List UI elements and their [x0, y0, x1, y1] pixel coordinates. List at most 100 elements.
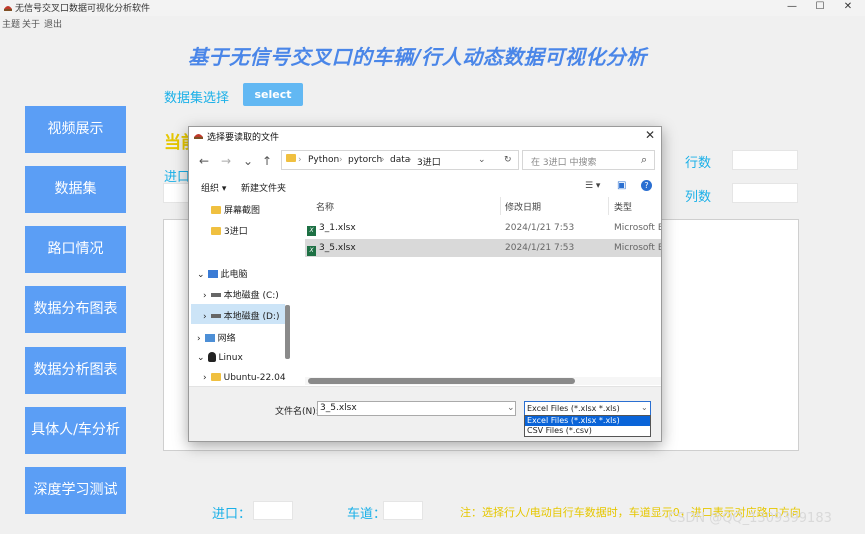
organize-button[interactable]: 组织 ▾ [201, 181, 226, 194]
horizontal-scrollbar[interactable] [308, 378, 575, 384]
file-modified: 2024/1/21 7:53 [505, 223, 575, 233]
filetype-select[interactable]: Excel Files (*.xlsx *.xls) ⌄ [524, 401, 651, 416]
app-icon [4, 6, 12, 11]
breadcrumb-python[interactable]: Python [308, 155, 339, 165]
nav-item-3entry[interactable]: 3进口 [211, 224, 248, 237]
chevron-right-icon: › [203, 373, 207, 383]
filename-value: 3_5.xlsx [320, 403, 357, 413]
chevron-right-icon: › [203, 312, 207, 322]
search-placeholder: 在 3进口 中搜索 [531, 158, 597, 168]
file-row-selected[interactable]: X3_5.xlsx 2024/1/21 7:53 Microsoft Ex [305, 239, 661, 257]
refresh-icon[interactable]: ↻ [504, 155, 512, 165]
new-folder-button[interactable]: 新建文件夹 [241, 181, 286, 194]
nav-item-linux[interactable]: ⌄ Linux [197, 352, 243, 363]
column-divider [500, 197, 501, 215]
breadcrumb-sep-icon: › [339, 155, 343, 165]
column-name-header[interactable]: 名称 [316, 200, 334, 213]
breadcrumb-sep-icon: › [298, 155, 302, 165]
dialog-title: 选择要读取的文件 [207, 133, 280, 143]
video-button[interactable]: 视频展示 [25, 106, 126, 153]
filetype-selected-value: Excel Files (*.xlsx *.xls) [527, 404, 620, 413]
rows-label: 行数 [685, 156, 712, 171]
menu-exit[interactable]: 退出 [44, 17, 62, 30]
address-bar[interactable]: › Python › pytorch › data › 3进口 ⌄ ↻ [281, 150, 519, 170]
excel-icon: X [307, 246, 316, 256]
chevron-down-icon[interactable]: ⌄ [507, 403, 515, 413]
breadcrumb-3entry[interactable]: 3进口 [417, 155, 441, 168]
dialog-close-icon[interactable]: ✕ [645, 128, 655, 142]
intersection-button[interactable]: 路口情况 [25, 226, 126, 273]
lane-field[interactable] [383, 501, 423, 520]
forward-icon[interactable]: → [221, 154, 231, 168]
drive-icon [210, 293, 221, 297]
nav-item-this-pc[interactable]: ⌄ 此电脑 [197, 267, 248, 280]
pc-icon [207, 270, 218, 278]
view-options-icon[interactable]: ☰ ▾ [585, 181, 600, 191]
chevron-down-icon: ⌄ [197, 353, 205, 363]
analysis-chart-button[interactable]: 数据分析图表 [25, 347, 126, 394]
nav-scrollbar[interactable] [285, 305, 290, 359]
dataset-button[interactable]: 数据集 [25, 166, 126, 213]
filename-label: 文件名(N): [275, 407, 319, 417]
select-button[interactable]: select [243, 83, 303, 106]
filetype-dropdown-list: Excel Files (*.xlsx *.xls) CSV Files (*.… [524, 415, 651, 437]
breadcrumb-pytorch[interactable]: pytorch [348, 155, 382, 165]
dataset-label: 数据集选择 [164, 91, 230, 106]
page-title: 基于无信号交叉口的车辆/行人动态数据可视化分析 [188, 45, 647, 69]
file-row[interactable]: X3_1.xlsx 2024/1/21 7:53 Microsoft Ex [305, 219, 661, 237]
cols-field[interactable] [732, 183, 798, 203]
file-name: X 3_1.xlsx [307, 223, 356, 236]
file-type: Microsoft Ex [614, 223, 661, 233]
folder-icon [211, 227, 221, 235]
file-type: Microsoft Ex [614, 243, 661, 253]
linux-icon [207, 352, 216, 362]
navigation-pane: 屏幕截图 3进口 ⌄ 此电脑 › 本地磁盘 (C:) › 本地磁盘 (D:) › 网络 … [189, 197, 293, 386]
search-input[interactable]: 在 3进口 中搜索 ⌕ [522, 150, 655, 170]
person-vehicle-analysis-button[interactable]: 具体人/车分析 [25, 407, 126, 454]
file-modified: 2024/1/21 7:53 [505, 243, 575, 253]
column-type-header[interactable]: 类型 [614, 200, 632, 213]
network-icon [204, 334, 215, 342]
dialog-app-icon [194, 134, 203, 139]
nav-item-network[interactable]: › 网络 [197, 331, 236, 344]
address-dropdown-icon[interactable]: ⌄ [478, 155, 486, 165]
bottom-entry-label: 进口： [212, 507, 252, 522]
deep-learning-test-button[interactable]: 深度学习测试 [25, 467, 126, 514]
drive-icon [210, 314, 221, 318]
chevron-down-icon: ⌄ [197, 270, 205, 280]
menu-about[interactable]: 关于 [22, 17, 40, 30]
breadcrumb-sep-icon: › [381, 155, 385, 165]
column-modified-header[interactable]: 修改日期 [505, 200, 541, 213]
rows-field[interactable] [732, 150, 798, 170]
filename-input[interactable]: 3_5.xlsx ⌄ [317, 401, 516, 416]
column-divider [608, 197, 609, 215]
file-name: X 3_5.xlsx [307, 243, 356, 256]
folder-icon [210, 373, 221, 381]
menu-theme[interactable]: 主题 [2, 17, 20, 30]
distribution-chart-button[interactable]: 数据分布图表 [25, 286, 126, 333]
filetype-option-excel[interactable]: Excel Files (*.xlsx *.xls) [525, 416, 650, 426]
close-button[interactable]: ✕ [831, 0, 865, 16]
window-title: 无信号交叉口数据可视化分析软件 [15, 4, 151, 14]
up-icon[interactable]: ↑ [262, 154, 272, 168]
chevron-right-icon: › [197, 334, 201, 344]
help-icon[interactable]: ? [641, 180, 652, 191]
nav-item-drive-d[interactable]: › 本地磁盘 (D:) [203, 309, 279, 322]
chevron-right-icon: › [203, 291, 207, 301]
filetype-option-csv[interactable]: CSV Files (*.csv) [525, 426, 650, 436]
nav-item-screenshots[interactable]: 屏幕截图 [211, 203, 260, 216]
back-icon[interactable]: ← [199, 154, 209, 168]
file-dialog: 选择要读取的文件 ✕ ← → ⌄ ↑ › Python › pytorch › … [188, 126, 662, 442]
search-icon[interactable]: ⌕ [641, 153, 647, 167]
nav-item-drive-c[interactable]: › 本地磁盘 (C:) [203, 288, 279, 301]
breadcrumb-sep-icon: › [408, 155, 412, 165]
bottom-entry-field[interactable] [253, 501, 293, 520]
folder-icon [211, 206, 221, 214]
lane-label: 车道： [347, 507, 387, 522]
preview-pane-icon[interactable]: ▣ [617, 180, 626, 191]
nav-item-ubuntu[interactable]: › Ubuntu-22.04 [203, 373, 286, 383]
excel-icon: X [307, 226, 316, 236]
cols-label: 列数 [685, 190, 712, 205]
recent-dropdown-icon[interactable]: ⌄ [243, 154, 253, 168]
chevron-down-icon: ⌄ [641, 403, 648, 412]
